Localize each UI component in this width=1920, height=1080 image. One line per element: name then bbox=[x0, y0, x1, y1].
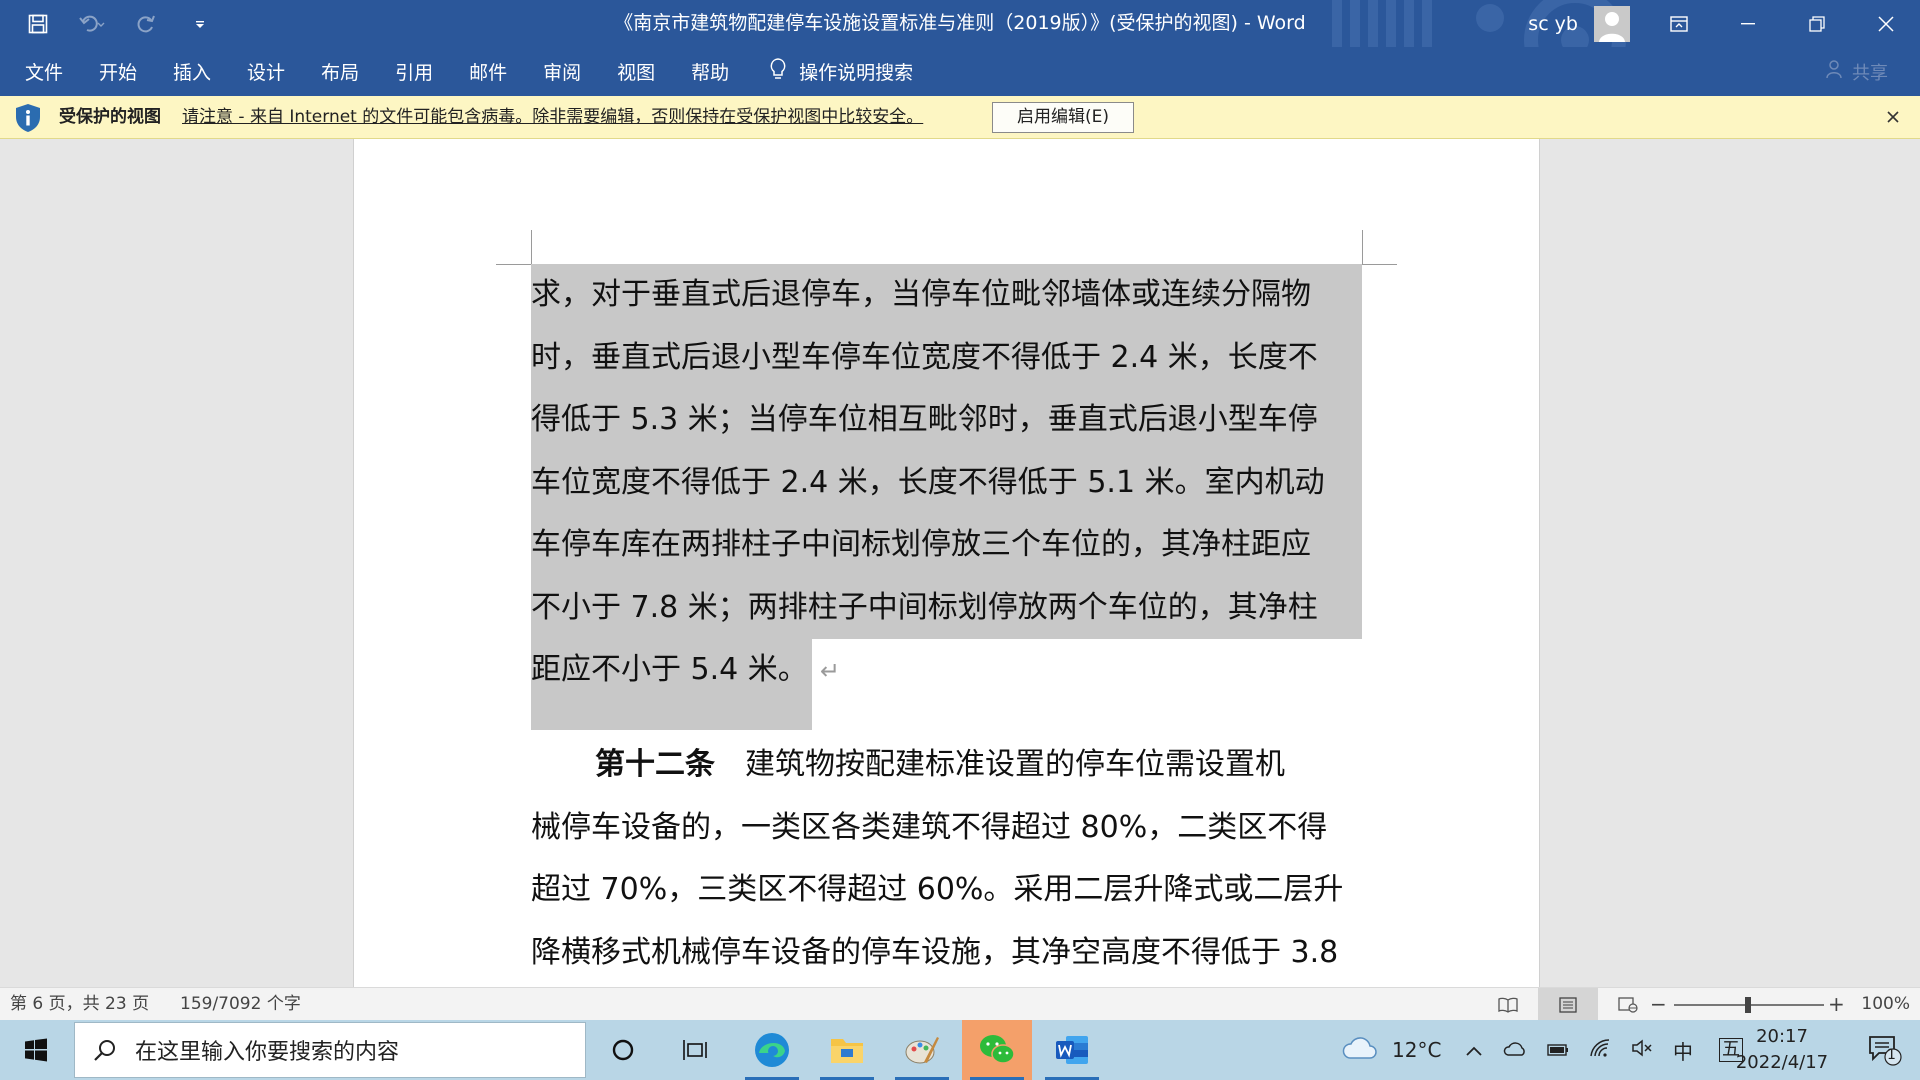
taskbar: 在这里输入你要搜索的内容 12°C 中 五 20:17 2022/4/17 1 bbox=[0, 1020, 1920, 1080]
restore-icon[interactable] bbox=[1782, 0, 1851, 47]
document-title: 《南京市建筑物配建停车设施设置标准与准则（2019版）》(受保护的视图) - W… bbox=[614, 12, 1306, 34]
text-line: 械停车设备的，一类区各类建筑不得超过 80%，二类区不得 bbox=[531, 809, 1328, 845]
minimize-icon[interactable] bbox=[1713, 0, 1782, 47]
tell-me-search[interactable]: 操作说明搜索 bbox=[769, 57, 913, 86]
tab-review[interactable]: 审阅 bbox=[543, 58, 581, 85]
windows-start-icon[interactable] bbox=[0, 1020, 72, 1080]
cortana-icon[interactable] bbox=[588, 1020, 658, 1080]
shield-info-icon bbox=[14, 103, 42, 138]
system-tray: 12°C bbox=[1342, 1020, 1441, 1080]
tray-icons: 中 五 bbox=[1465, 1020, 1743, 1080]
file-explorer-icon[interactable] bbox=[812, 1020, 882, 1080]
weather-temperature[interactable]: 12°C bbox=[1392, 1038, 1441, 1062]
word-count[interactable]: 159/7092 个字 bbox=[180, 988, 301, 1021]
text-line: 车停车库在两排柱子中间标划停放三个车位的，其净柱距应 bbox=[531, 514, 1362, 577]
notification-badge: 1 bbox=[1887, 1047, 1896, 1063]
text-line: 超过 70%，三类区不得超过 60%。采用二层升降式或二层升 bbox=[531, 872, 1344, 907]
close-icon[interactable] bbox=[1880, 104, 1906, 130]
onedrive-cloud-icon[interactable] bbox=[1503, 1038, 1527, 1062]
crop-mark bbox=[1362, 264, 1397, 265]
page-indicator[interactable]: 第 6 页，共 23 页 bbox=[10, 988, 149, 1021]
text-line: 距应不小于 5.4 米。 ↵ bbox=[531, 639, 1362, 730]
share-label: 共享 bbox=[1852, 62, 1888, 84]
text-line: 第十二条 建筑物按配建标准设置的停车位需设置机 bbox=[531, 734, 1362, 797]
article-heading: 第十二条 bbox=[595, 747, 715, 782]
weather-cloud-icon[interactable] bbox=[1342, 1036, 1378, 1065]
tell-me-label: 操作说明搜索 bbox=[799, 62, 914, 84]
wifi-icon[interactable] bbox=[1589, 1038, 1611, 1063]
selected-paragraph[interactable]: 求，对于垂直式后退停车，当停车位毗邻墙体或连续分隔物 时，垂直式后退小型车停车位… bbox=[531, 264, 1362, 730]
ime-language[interactable]: 中 bbox=[1673, 1036, 1693, 1065]
wechat-icon[interactable] bbox=[962, 1020, 1032, 1080]
article-first-line: 建筑物按配建标准设置的停车位需设置机 bbox=[745, 747, 1285, 782]
lightbulb-icon bbox=[769, 57, 787, 86]
share-button[interactable]: 共享 bbox=[1824, 47, 1888, 96]
zoom-slider[interactable]: − + bbox=[1650, 988, 1845, 1021]
word-app-icon[interactable] bbox=[1037, 1020, 1107, 1080]
person-icon bbox=[1824, 59, 1844, 84]
tab-references[interactable]: 引用 bbox=[395, 58, 433, 85]
read-mode-icon[interactable] bbox=[1478, 988, 1538, 1021]
crop-mark bbox=[1362, 230, 1363, 264]
protected-view-title: 受保护的视图 bbox=[59, 107, 161, 127]
text-line: 求，对于垂直式后退停车，当停车位毗邻墙体或连续分隔物 bbox=[531, 264, 1362, 327]
tab-view[interactable]: 视图 bbox=[617, 58, 655, 85]
text-line: 时，垂直式后退小型车停车位宽度不得低于 2.4 米，长度不 bbox=[531, 326, 1362, 389]
task-view-icon[interactable] bbox=[661, 1020, 731, 1080]
close-window-icon[interactable] bbox=[1851, 0, 1920, 47]
enable-editing-button[interactable]: 启用编辑(E) bbox=[992, 102, 1134, 133]
edge-browser-icon[interactable] bbox=[737, 1020, 807, 1080]
crop-mark bbox=[496, 264, 531, 265]
volume-muted-icon[interactable] bbox=[1631, 1038, 1653, 1063]
print-layout-icon[interactable] bbox=[1538, 988, 1598, 1021]
protected-view-message[interactable]: 请注意 - 来自 Internet 的文件可能包含病毒。除非需要编辑，否则保持在… bbox=[182, 96, 923, 139]
text-line: 得低于 5.3 米；当停车位相互毗邻时，垂直式后退小型车停 bbox=[531, 389, 1362, 452]
tab-insert[interactable]: 插入 bbox=[173, 58, 211, 85]
view-switcher bbox=[1478, 988, 1658, 1021]
tab-mailings[interactable]: 邮件 bbox=[469, 58, 507, 85]
window-controls bbox=[1644, 0, 1920, 47]
tab-file[interactable]: 文件 bbox=[25, 58, 63, 85]
search-icon bbox=[75, 1038, 135, 1062]
chevron-up-icon[interactable] bbox=[1465, 1038, 1483, 1062]
text-line: 降横移式机械停车设备的停车设施，其净空高度不得低于 3.8 bbox=[531, 934, 1339, 970]
user-name: sc yb bbox=[1528, 12, 1578, 35]
ribbon-tabs: 文件 开始 插入 设计 布局 引用 邮件 审阅 视图 帮助 操作说明搜索 共享 bbox=[0, 47, 1920, 96]
zoom-out-button[interactable]: − bbox=[1650, 988, 1667, 1021]
protected-view-bar: 受保护的视图 请注意 - 来自 Internet 的文件可能包含病毒。除非需要编… bbox=[0, 96, 1920, 139]
system-clock[interactable]: 20:17 2022/4/17 bbox=[1722, 1020, 1842, 1080]
avatar[interactable] bbox=[1594, 5, 1630, 42]
text-line: 车位宽度不得低于 2.4 米，长度不得低于 5.1 米。室内机动 bbox=[531, 451, 1362, 514]
notification-center-icon[interactable]: 1 bbox=[1850, 1020, 1920, 1080]
article-paragraph[interactable]: 第十二条 建筑物按配建标准设置的停车位需设置机 械停车设备的，一类区各类建筑不得超… bbox=[531, 734, 1362, 984]
web-layout-icon[interactable] bbox=[1598, 988, 1658, 1021]
search-placeholder: 在这里输入你要搜索的内容 bbox=[135, 1040, 400, 1065]
tab-design[interactable]: 设计 bbox=[247, 58, 285, 85]
document-canvas[interactable]: 求，对于垂直式后退停车，当停车位毗邻墙体或连续分隔物 时，垂直式后退小型车停车位… bbox=[0, 139, 1920, 987]
clock-time: 20:17 bbox=[1756, 1026, 1808, 1047]
tab-home[interactable]: 开始 bbox=[99, 58, 137, 85]
clock-date: 2022/4/17 bbox=[1735, 1052, 1829, 1073]
battery-icon[interactable] bbox=[1547, 1038, 1569, 1062]
user-account[interactable]: sc yb bbox=[1528, 0, 1630, 47]
title-bar: 《南京市建筑物配建停车设施设置标准与准则（2019版）》(受保护的视图) - W… bbox=[0, 0, 1920, 47]
paint-icon[interactable] bbox=[887, 1020, 957, 1080]
tab-help[interactable]: 帮助 bbox=[691, 58, 729, 85]
zoom-thumb[interactable] bbox=[1745, 997, 1751, 1013]
tab-layout[interactable]: 布局 bbox=[321, 58, 359, 85]
zoom-in-button[interactable]: + bbox=[1828, 988, 1845, 1021]
status-bar: 第 6 页，共 23 页 159/7092 个字 − + 100% bbox=[0, 987, 1920, 1021]
text-line: 不小于 7.8 米；两排柱子中间标划停放两个车位的，其净柱 bbox=[531, 576, 1362, 639]
paragraph-mark-icon: ↵ bbox=[820, 657, 841, 685]
zoom-level[interactable]: 100% bbox=[1861, 988, 1910, 1021]
taskbar-search[interactable]: 在这里输入你要搜索的内容 bbox=[74, 1022, 586, 1078]
crop-mark bbox=[531, 230, 532, 264]
ribbon-display-options-icon[interactable] bbox=[1644, 0, 1713, 47]
